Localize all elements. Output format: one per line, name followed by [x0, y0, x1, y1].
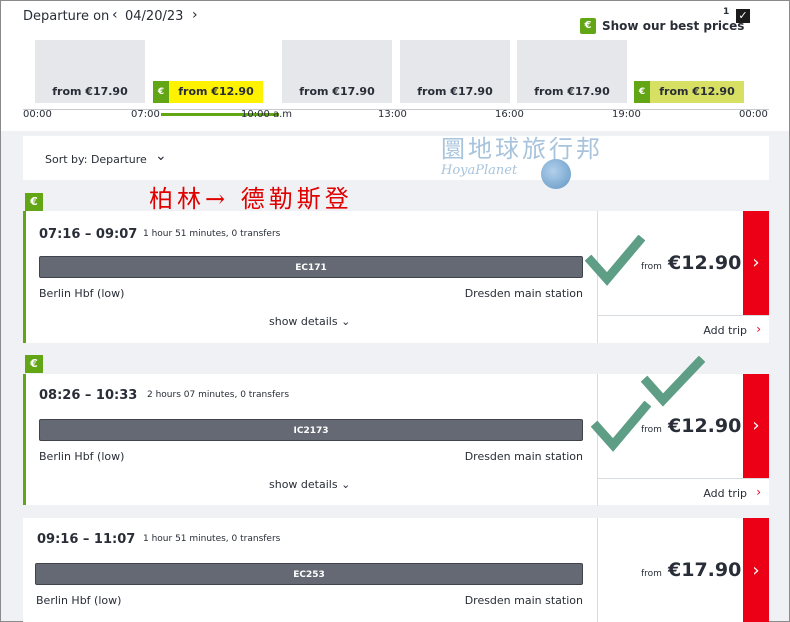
timeline-slot-5[interactable]: € from €12.90: [634, 40, 744, 103]
timeline-slot-3[interactable]: from €17.90: [400, 40, 510, 103]
train-segment[interactable]: EC171: [39, 256, 583, 278]
timeline-tick: 13:00: [378, 109, 407, 120]
departure-timeline: Departure on ‹ 04/20/23 › € Show our bes…: [1, 1, 789, 131]
chevron-down-icon[interactable]: ⌄: [155, 148, 167, 164]
connection-meta: 1 hour 51 minutes, 0 transfers: [143, 229, 281, 239]
timeline-slot-4[interactable]: from €17.90: [517, 40, 627, 103]
timeline-tick: 00:00: [739, 109, 768, 120]
chevron-right-icon: ›: [756, 485, 761, 499]
best-price-indicator: [23, 211, 26, 343]
connection-times: 08:26 – 10:33: [39, 388, 138, 403]
show-details-button[interactable]: show details ⌄: [269, 478, 350, 491]
destination-station: Dresden main station: [464, 594, 583, 607]
connection-meta: 1 hour 51 minutes, 0 transfers: [143, 534, 281, 544]
timeline-tick: 16:00: [495, 109, 524, 120]
slot-price: from €17.90: [417, 85, 493, 98]
price-value: €12.90: [668, 252, 742, 274]
departure-date: 04/20/23: [125, 9, 184, 24]
prev-date-chevron-icon[interactable]: ‹: [112, 7, 118, 23]
euro-badge-icon: €: [580, 18, 596, 34]
add-trip-button[interactable]: Add trip ›: [597, 315, 769, 343]
select-connection-chevron-icon[interactable]: ›: [743, 211, 769, 315]
timeline-tick: 00:00: [23, 109, 52, 120]
origin-station: Berlin Hbf (low): [39, 287, 125, 300]
train-segment[interactable]: IC2173: [39, 419, 583, 441]
sort-bar: Sort by: Departure ⌄: [23, 136, 769, 180]
route-annotation: 柏林→ 德勒斯登: [149, 185, 353, 213]
connection-card[interactable]: 09:16 – 11:07 1 hour 51 minutes, 0 trans…: [23, 518, 769, 622]
price-value: €12.90: [668, 415, 742, 437]
add-trip-label: Add trip: [703, 487, 747, 500]
add-trip-label: Add trip: [703, 324, 747, 337]
connection-card[interactable]: 07:16 – 09:07 1 hour 51 minutes, 0 trans…: [23, 211, 769, 343]
best-prices-label[interactable]: Show our best prices: [602, 19, 744, 33]
departure-label: Departure on: [23, 9, 110, 24]
chevron-right-icon: ›: [756, 322, 761, 336]
best-prices-checkbox[interactable]: ✓: [736, 9, 750, 23]
destination-station: Dresden main station: [464, 287, 583, 300]
timeline-slot-1[interactable]: € from €12.90: [153, 40, 263, 103]
destination-station: Dresden main station: [464, 450, 583, 463]
slot-price: from €17.90: [52, 85, 128, 98]
next-date-chevron-icon[interactable]: ›: [192, 7, 198, 23]
price-prefix: from: [641, 569, 662, 579]
check-mark-icon: [585, 235, 645, 286]
timeline-tick: 10:00 a.m: [241, 109, 293, 120]
globe-icon: [541, 159, 571, 189]
timeline-tick: 07:00: [131, 109, 160, 120]
euro-badge-icon: €: [25, 193, 43, 211]
connection-times: 09:16 – 11:07: [37, 532, 136, 547]
slot-price: from €17.90: [299, 85, 375, 98]
add-trip-button[interactable]: Add trip ›: [597, 478, 769, 506]
price-value: €17.90: [668, 559, 742, 581]
slot-price: from €12.90: [178, 85, 254, 98]
watermark-logo-text: HoyaPlanet: [441, 163, 518, 178]
select-connection-chevron-icon[interactable]: ›: [743, 518, 769, 622]
origin-station: Berlin Hbf (low): [39, 450, 125, 463]
slot-price: from €12.90: [659, 85, 735, 98]
connection-meta: 2 hours 07 minutes, 0 transfers: [147, 390, 290, 400]
sort-dropdown[interactable]: Sort by: Departure: [45, 153, 147, 166]
slot-price: from €17.90: [534, 85, 610, 98]
train-segment[interactable]: EC253: [35, 563, 583, 585]
select-connection-chevron-icon[interactable]: ›: [743, 374, 769, 478]
origin-station: Berlin Hbf (low): [36, 594, 122, 607]
best-prices-footnote: 1: [723, 7, 730, 17]
timeline-slot-0[interactable]: from €17.90: [35, 40, 145, 103]
best-price-indicator: [23, 374, 26, 505]
check-mark-icon: [591, 401, 651, 452]
watermark-logo: 圜地球旅行邦: [441, 135, 603, 163]
connection-times: 07:16 – 09:07: [39, 227, 138, 242]
timeline-tick: 19:00: [612, 109, 641, 120]
show-details-button[interactable]: show details ⌄: [269, 315, 350, 328]
price-column[interactable]: from €17.90: [597, 518, 743, 622]
euro-badge-icon: €: [25, 355, 43, 373]
timeline-slot-2[interactable]: from €17.90: [282, 40, 392, 103]
